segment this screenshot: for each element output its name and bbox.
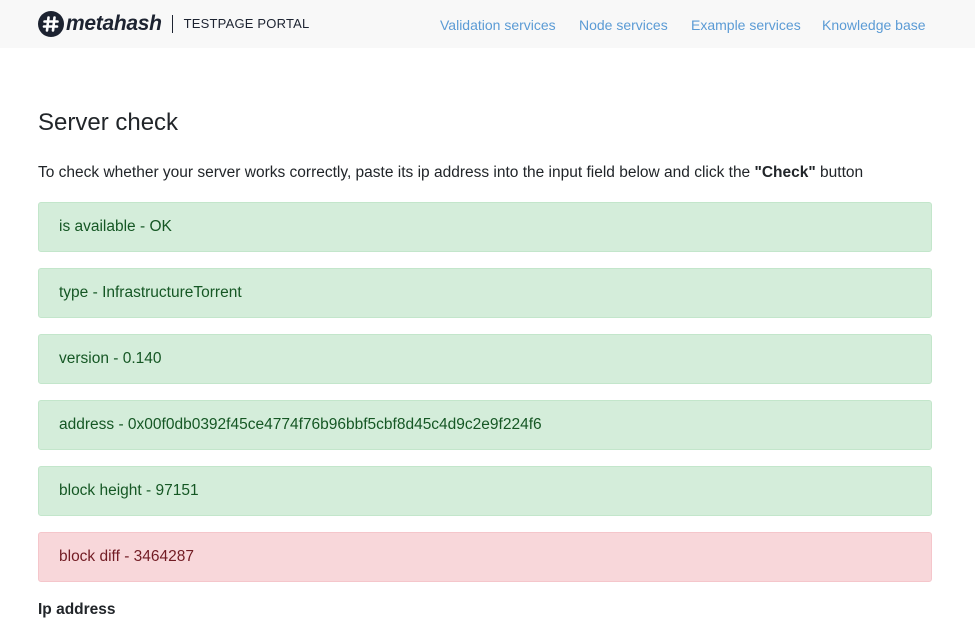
result-block-height: block height - 97151 bbox=[38, 466, 932, 516]
top-navbar: metahash TESTPAGE PORTAL Validation serv… bbox=[0, 0, 975, 48]
intro-text-after: button bbox=[815, 164, 864, 181]
intro-text-button-name: "Check" bbox=[754, 164, 816, 181]
result-block-diff: block diff - 3464287 bbox=[38, 532, 932, 582]
result-version: version - 0.140 bbox=[38, 334, 932, 384]
ip-address-label: Ip address bbox=[38, 601, 116, 618]
nav-link-node-services[interactable]: Node services bbox=[579, 15, 668, 35]
result-available: is available - OK bbox=[38, 202, 932, 252]
nav-link-knowledge-base[interactable]: Knowledge base bbox=[822, 15, 926, 35]
result-address: address - 0x00f0db0392f45ce4774f76b96bbf… bbox=[38, 400, 932, 450]
nav-link-example-services[interactable]: Example services bbox=[691, 15, 801, 35]
main-nav: Validation services Node services Exampl… bbox=[0, 15, 975, 35]
intro-text: To check whether your server works corre… bbox=[38, 163, 863, 183]
intro-text-before: To check whether your server works corre… bbox=[38, 164, 755, 181]
result-type: type - InfrastructureTorrent bbox=[38, 268, 932, 318]
nav-link-validation-services[interactable]: Validation services bbox=[440, 15, 556, 35]
page-title: Server check bbox=[38, 109, 179, 136]
